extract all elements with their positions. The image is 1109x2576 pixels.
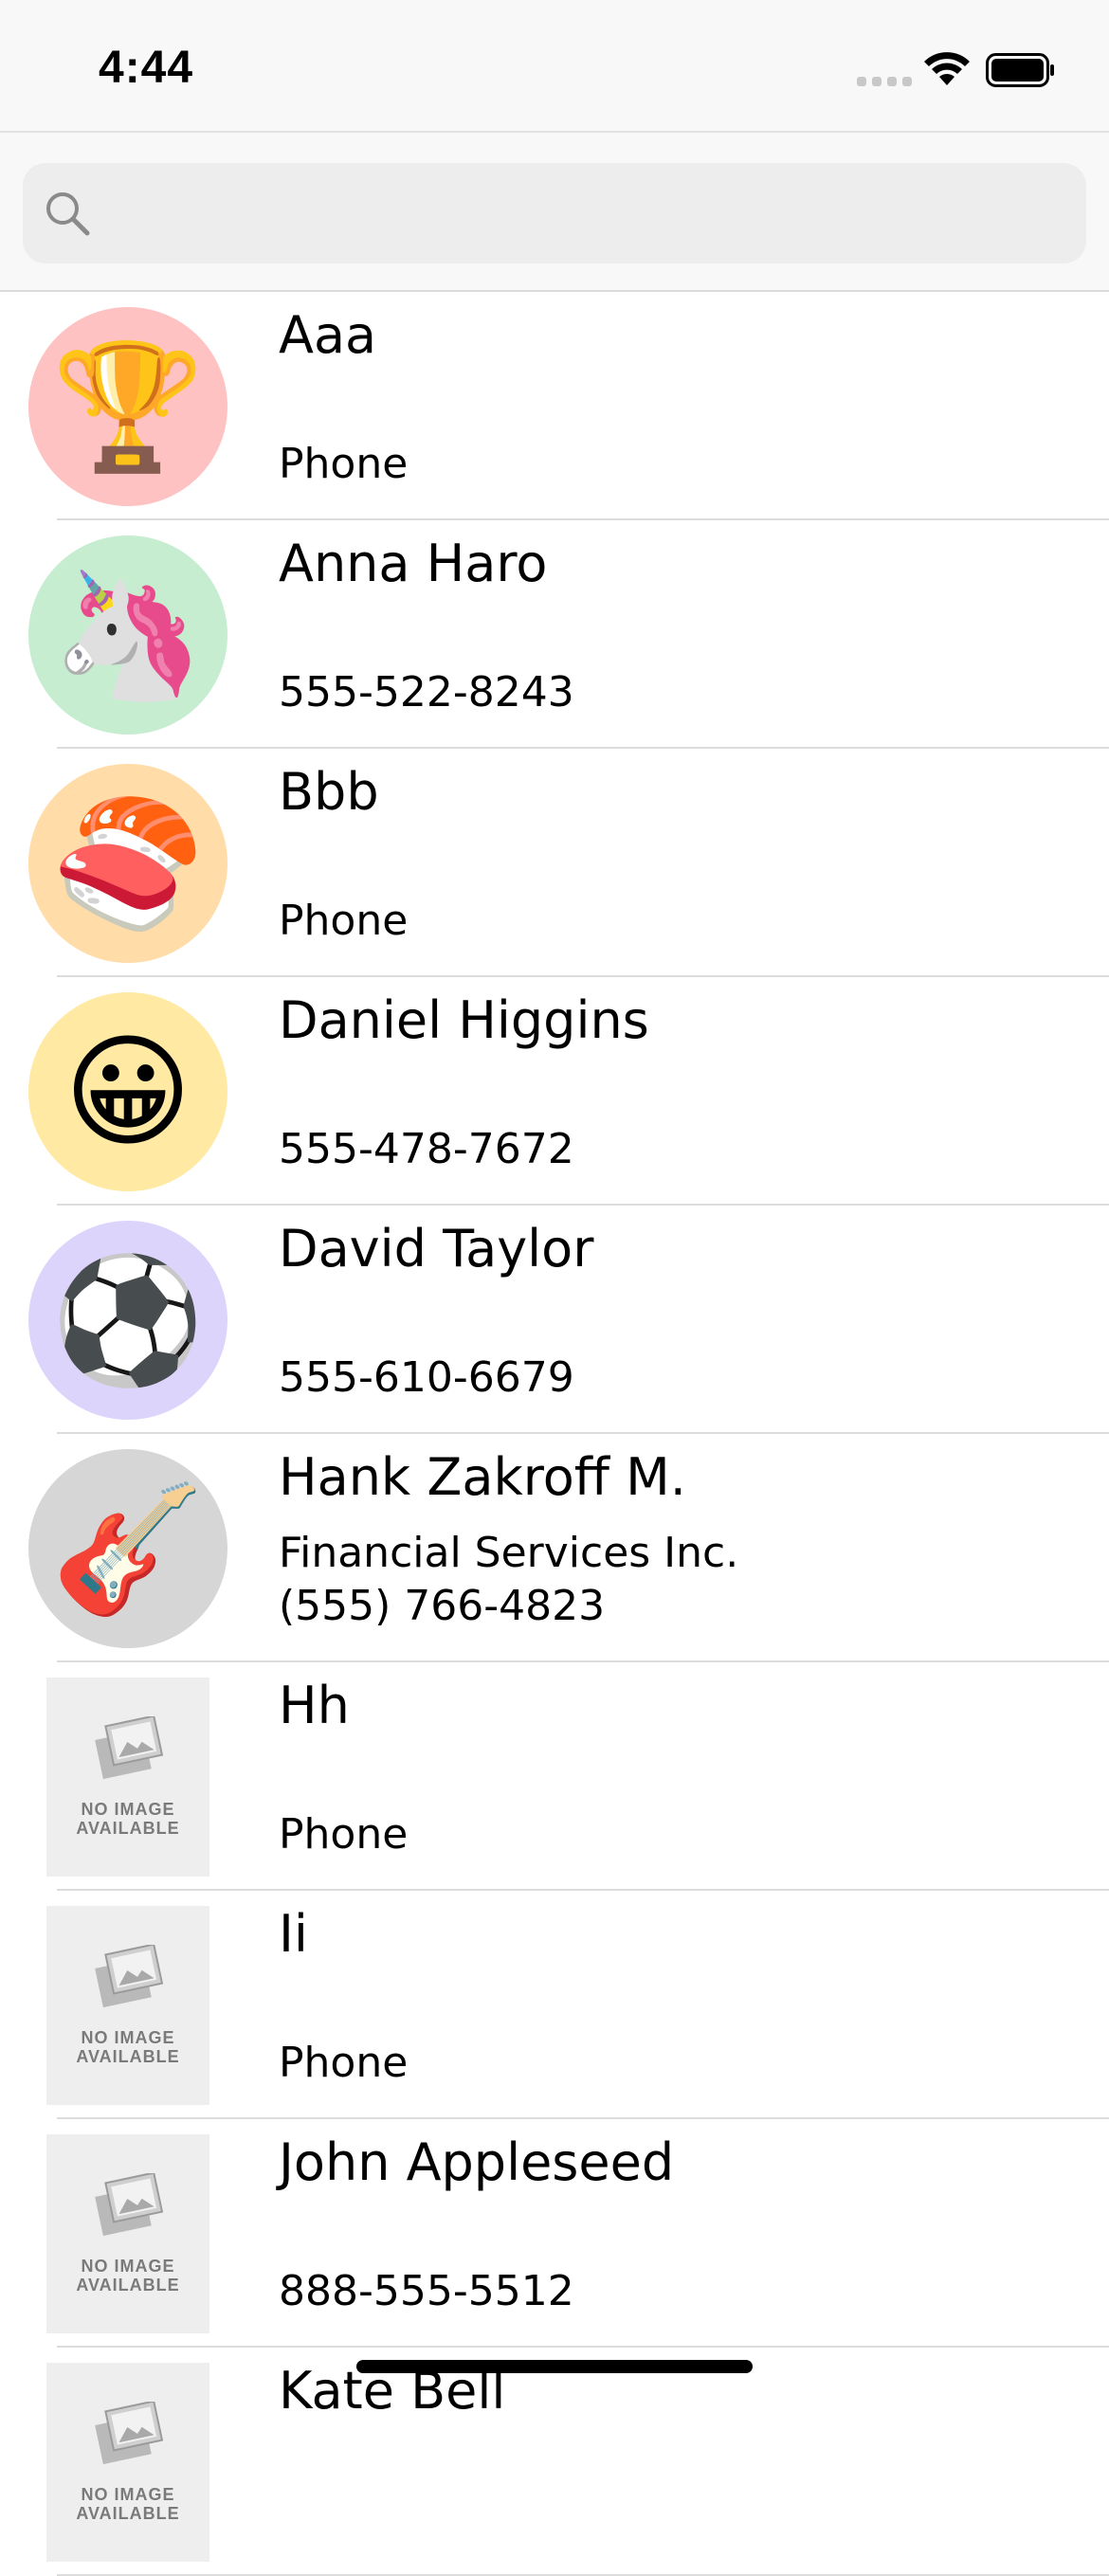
contact-phone: 555-522-8243 xyxy=(279,668,574,717)
wifi-icon xyxy=(924,52,970,85)
contact-row[interactable]: 🍣 Bbb Phone xyxy=(0,749,1109,977)
contact-name: John Appleseed xyxy=(279,2132,675,2192)
contact-name: Anna Haro xyxy=(279,534,548,593)
contact-phone: Phone xyxy=(279,1810,409,1859)
contact-name: Ii xyxy=(279,1904,308,1964)
unicorn-icon: 🦄 xyxy=(28,535,227,735)
contact-name: Hh xyxy=(279,1676,350,1735)
contact-name: Daniel Higgins xyxy=(279,990,649,1050)
cellular-signal-icon xyxy=(857,77,912,86)
contact-list: 🏆 Aaa Phone 🦄 Anna Haro 555-522-8243 🍣 Bbb Phone… xyxy=(0,292,1109,2576)
sushi-icon: 🍣 xyxy=(28,764,227,963)
search-bar xyxy=(0,133,1109,292)
search-icon xyxy=(46,192,90,236)
no-image-label: NO IMAGE AVAILABLE xyxy=(76,2485,180,2523)
search-input[interactable] xyxy=(108,163,1060,265)
status-time: 4:44 xyxy=(99,43,194,93)
contact-phone: Phone xyxy=(279,2039,409,2087)
no-image-placeholder: NO IMAGE AVAILABLE xyxy=(46,2134,209,2333)
contact-phone: 888-555-5512 xyxy=(279,2267,574,2315)
no-image-label: NO IMAGE AVAILABLE xyxy=(76,1800,180,1838)
smiley-icon: 😀 xyxy=(28,992,227,1191)
home-indicator xyxy=(356,2360,753,2373)
contact-row[interactable]: NO IMAGE AVAILABLE John Appleseed 888-555-… xyxy=(0,2119,1109,2348)
contact-row[interactable]: NO IMAGE AVAILABLE Kate Bell xyxy=(0,2348,1109,2576)
contact-phone: Phone xyxy=(279,897,409,945)
contact-row[interactable]: 🎸 Hank Zakroff M. Financial Services Inc. (… xyxy=(0,1434,1109,1662)
no-image-placeholder: NO IMAGE AVAILABLE xyxy=(46,1678,209,1877)
contact-row[interactable]: 🦄 Anna Haro 555-522-8243 xyxy=(0,520,1109,749)
contact-phone: 555-478-7672 xyxy=(279,1125,574,1173)
contact-phone: 555-610-6679 xyxy=(279,1353,574,1402)
no-image-icon xyxy=(95,1945,164,2008)
no-image-label: NO IMAGE AVAILABLE xyxy=(76,2028,180,2066)
no-image-icon xyxy=(95,1716,164,1780)
no-image-placeholder: NO IMAGE AVAILABLE xyxy=(46,1906,209,2105)
contact-name: Hank Zakroff M. xyxy=(279,1447,686,1507)
no-image-label: NO IMAGE AVAILABLE xyxy=(76,2257,180,2295)
soccer-ball-icon: ⚽ xyxy=(28,1221,227,1420)
trophy-icon: 🏆 xyxy=(28,307,227,506)
contact-row[interactable]: 😀 Daniel Higgins 555-478-7672 xyxy=(0,977,1109,1206)
contact-row[interactable]: ⚽ David Taylor 555-610-6679 xyxy=(0,1206,1109,1434)
battery-icon xyxy=(986,53,1054,87)
contact-row[interactable]: NO IMAGE AVAILABLE Ii Phone xyxy=(0,1891,1109,2119)
contact-row[interactable]: NO IMAGE AVAILABLE Hh Phone xyxy=(0,1662,1109,1891)
contact-name: Aaa xyxy=(279,305,377,365)
contact-phone: Phone xyxy=(279,440,409,488)
no-image-placeholder: NO IMAGE AVAILABLE xyxy=(46,2363,209,2562)
search-field[interactable] xyxy=(23,163,1086,265)
guitar-icon: 🎸 xyxy=(28,1449,227,1648)
no-image-icon xyxy=(95,2402,164,2465)
contact-phone: (555) 766-4823 xyxy=(279,1582,606,1630)
contact-name: David Taylor xyxy=(279,1219,594,1279)
no-image-icon xyxy=(95,2173,164,2237)
contact-row[interactable]: 🏆 Aaa Phone xyxy=(0,292,1109,520)
contact-name: Bbb xyxy=(279,762,379,822)
contact-company: Financial Services Inc. xyxy=(279,1529,739,1577)
status-bar: 4:44 xyxy=(0,0,1109,133)
